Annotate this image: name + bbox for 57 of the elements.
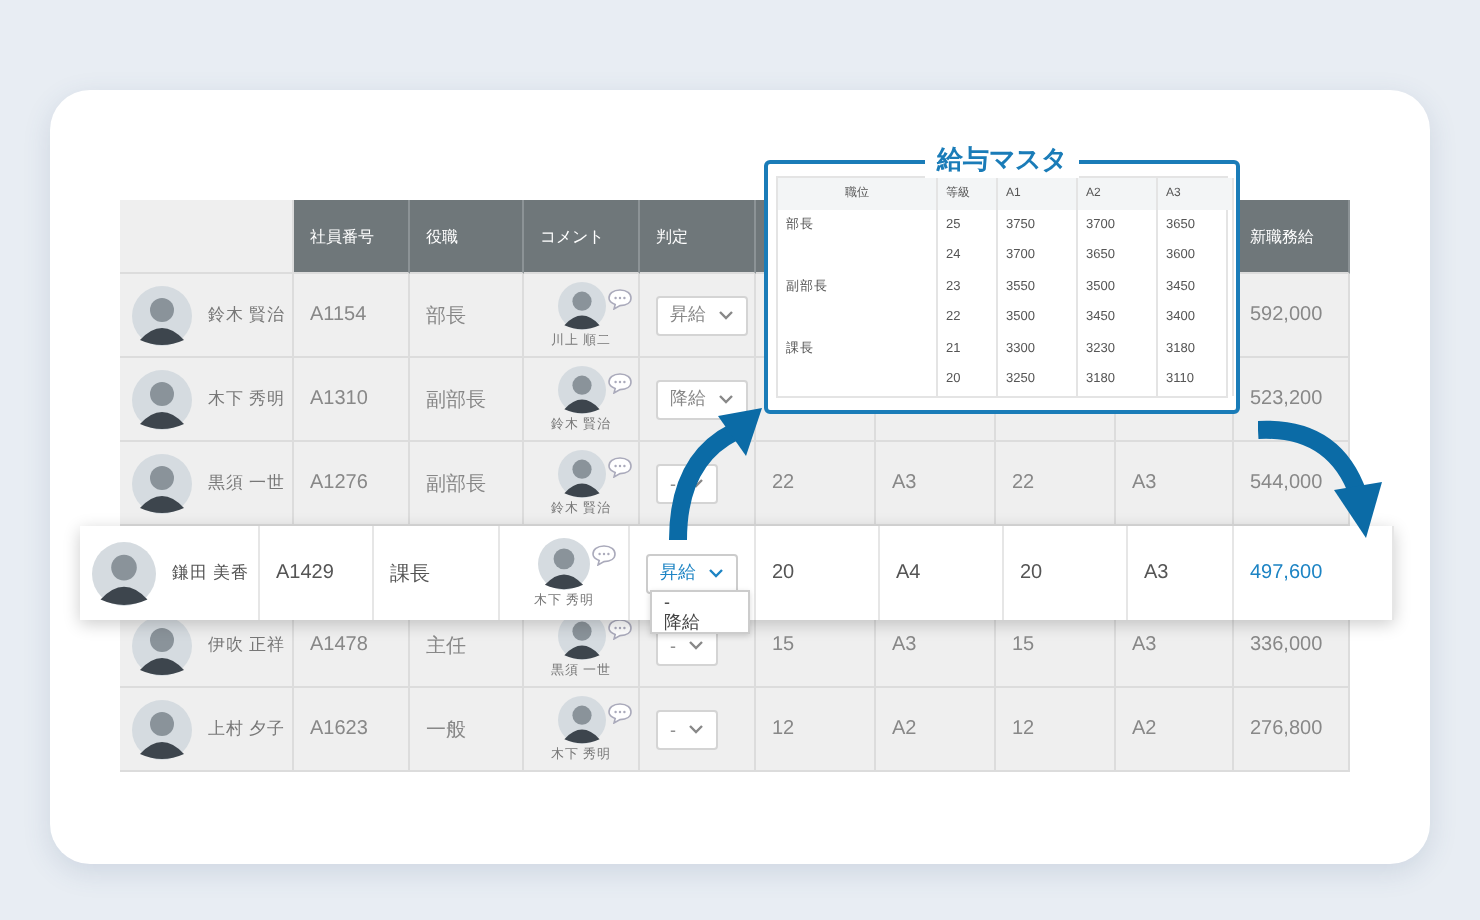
table-header-cell: 役職 xyxy=(410,200,524,274)
table-cell: 20 xyxy=(1004,526,1128,620)
table-cell: A4 xyxy=(880,526,1004,620)
employee-name: 木下 秀明 xyxy=(208,387,285,411)
table-cell: 課長 xyxy=(374,526,500,620)
avatar-icon xyxy=(557,281,605,329)
chevron-down-icon xyxy=(708,568,724,578)
avatar-icon xyxy=(132,615,192,675)
panel-title: 給与マスタ xyxy=(925,142,1079,178)
avatar-icon xyxy=(132,285,192,345)
speech-bubble-icon[interactable] xyxy=(592,543,616,565)
table-cell: A3 xyxy=(1128,526,1234,620)
judgement-dropdown[interactable]: 昇給 xyxy=(646,553,738,593)
judgement-dropdown[interactable]: 昇給 xyxy=(656,295,748,335)
table-cell: 12 xyxy=(996,688,1116,772)
speech-bubble-icon[interactable] xyxy=(607,455,631,477)
avatar-icon xyxy=(557,449,605,497)
employee-name: 上村 夕子 xyxy=(208,717,285,741)
avatar-icon xyxy=(557,365,605,413)
table-header-cell: 社員番号 xyxy=(294,200,410,274)
speech-bubble-icon[interactable] xyxy=(607,701,631,723)
chevron-down-icon xyxy=(718,310,734,320)
avatar-icon xyxy=(538,537,590,589)
table-header-cell: コメント xyxy=(524,200,640,274)
avatar-icon xyxy=(132,369,192,429)
table-cell: 部長 xyxy=(410,274,524,358)
speech-bubble-icon[interactable] xyxy=(607,371,631,393)
table-cell: A1623 xyxy=(294,688,410,772)
table-cell: 20 xyxy=(756,526,880,620)
table-cell: A2 xyxy=(876,688,996,772)
table-cell: A1154 xyxy=(294,274,410,358)
dropdown-option[interactable]: - xyxy=(652,592,748,612)
employee-name: 鈴木 賢治 xyxy=(208,303,285,327)
avatar-icon xyxy=(132,453,192,513)
table-cell: A1429 xyxy=(260,526,374,620)
table-cell: 12 xyxy=(756,688,876,772)
table-cell: 一般 xyxy=(410,688,524,772)
employee-name: 伊吹 正祥 xyxy=(208,633,285,657)
chevron-down-icon xyxy=(688,640,704,650)
avatar-icon xyxy=(557,695,605,743)
speech-bubble-icon[interactable] xyxy=(607,617,631,639)
table-cell: 276,800 xyxy=(1234,688,1350,772)
judgement-dropdown[interactable]: 降給 xyxy=(656,379,748,419)
table-header-cell: 新職務給 xyxy=(1234,200,1350,274)
table-header-cell: 判定 xyxy=(640,200,756,274)
employee-name: 黒須 一世 xyxy=(208,471,285,495)
avatar-icon xyxy=(132,699,192,759)
judgement-dropdown[interactable]: - xyxy=(656,709,718,749)
chevron-down-icon xyxy=(718,394,734,404)
table-cell: A1310 xyxy=(294,358,410,442)
chevron-down-icon xyxy=(688,724,704,734)
avatar-icon xyxy=(92,541,156,605)
employee-name: 鎌田 美香 xyxy=(172,561,249,585)
table-cell: A2 xyxy=(1116,688,1234,772)
curved-arrow xyxy=(669,408,762,540)
speech-bubble-icon[interactable] xyxy=(607,287,631,309)
table-cell: 副部長 xyxy=(410,358,524,442)
